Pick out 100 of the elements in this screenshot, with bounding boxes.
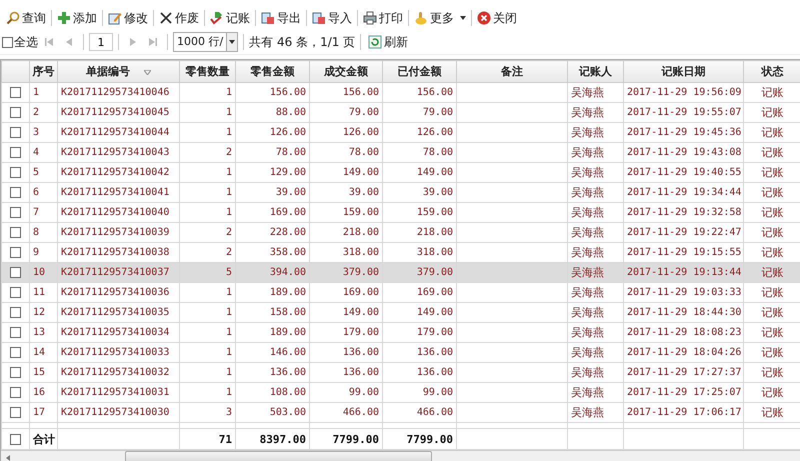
- table-cell: 2017-11-29 18:44:30: [627, 307, 742, 318]
- table-cell: 379.00: [416, 267, 453, 278]
- row-checkbox[interactable]: [10, 266, 21, 278]
- row-checkbox[interactable]: [10, 326, 21, 338]
- table-cell: K20171129573410030: [61, 407, 170, 418]
- column-header[interactable]: 单据编号: [58, 60, 180, 82]
- table-cell: 136.00: [342, 367, 379, 378]
- table-cell: K20171129573410044: [61, 127, 170, 138]
- table-cell: 6: [33, 187, 40, 198]
- table-cell: 2017-11-29 18:08:23: [627, 327, 742, 338]
- table-cell: K20171129573410038: [61, 247, 170, 258]
- caret-icon[interactable]: [229, 40, 236, 44]
- table-cell: 1: [226, 287, 232, 298]
- table-cell: 2017-11-29 19:56:09: [627, 87, 742, 98]
- page-number-field[interactable]: 1: [89, 33, 113, 51]
- table-cell: 2017-11-29 19:13:44: [627, 267, 742, 278]
- row-checkbox[interactable]: [10, 366, 21, 378]
- table-cell: 记账: [762, 406, 784, 419]
- toolbar-button[interactable]: 记账: [208, 8, 252, 28]
- toolbar-button[interactable]: 导入: [310, 8, 354, 28]
- column-header[interactable]: 零售数量: [180, 60, 236, 82]
- toolbar-button[interactable]: 作废: [157, 8, 201, 28]
- toolbar-button[interactable]: 打印: [361, 8, 405, 28]
- toolbar-button[interactable]: 查询: [4, 8, 48, 28]
- table-cell: 78.00: [422, 147, 453, 158]
- select-all-checkbox[interactable]: 全选: [2, 34, 38, 50]
- table-cell: 39.00: [276, 187, 306, 198]
- table-cell: 记账: [762, 186, 784, 199]
- table-cell: 169.00: [270, 207, 306, 218]
- row-checkbox[interactable]: [10, 206, 21, 218]
- row-checkbox[interactable]: [10, 246, 21, 258]
- table-cell: 12: [33, 307, 46, 318]
- table-cell: 218.00: [416, 227, 453, 238]
- horizontal-scrollbar[interactable]: [1, 450, 800, 461]
- scrollbar-thumb[interactable]: [125, 451, 432, 461]
- table-cell: K20171129573410031: [61, 387, 170, 398]
- table-cell: 10: [33, 267, 46, 278]
- toolbar-button[interactable]: 更多: [412, 8, 468, 28]
- row-checkbox[interactable]: [10, 306, 21, 318]
- page-size-dropdown[interactable]: 1000 行/: [173, 32, 238, 52]
- spreadsheet-icon: [261, 11, 275, 25]
- table-cell: 吴海燕: [571, 226, 604, 239]
- table-cell: K20171129573410043: [61, 147, 170, 158]
- row-checkbox[interactable]: [10, 226, 21, 238]
- close-icon: [477, 11, 491, 25]
- table-cell: K20171129573410033: [61, 347, 170, 358]
- row-checkbox[interactable]: [10, 346, 21, 358]
- column-header[interactable]: 备注: [456, 60, 568, 82]
- row-checkbox[interactable]: [10, 286, 21, 298]
- scroll-left-icon[interactable]: [5, 454, 11, 460]
- table-cell: 228.00: [270, 227, 306, 238]
- column-header[interactable]: 记账日期: [624, 60, 744, 82]
- table-cell: 1: [226, 367, 232, 378]
- toolbar-button[interactable]: 添加: [55, 8, 99, 28]
- record-count: 共有 46 条，1/1 页: [249, 34, 356, 50]
- toolbar-button[interactable]: 导出: [259, 8, 303, 28]
- table-cell: 39.00: [348, 187, 379, 198]
- row-checkbox[interactable]: [10, 146, 21, 158]
- table-cell: 1: [226, 87, 232, 98]
- total-cell: 7799.00: [406, 432, 453, 446]
- column-header[interactable]: 已付金额: [382, 60, 456, 82]
- table-cell: 15: [33, 367, 46, 378]
- table-cell: 394.00: [270, 267, 306, 278]
- table-cell: 吴海燕: [571, 206, 604, 219]
- column-header[interactable]: 状态: [744, 60, 800, 82]
- table-cell: K20171129573410046: [61, 87, 170, 98]
- table-cell: 记账: [762, 306, 784, 319]
- table-cell: 吴海燕: [571, 246, 604, 259]
- row-checkbox[interactable]: [10, 386, 21, 398]
- table-cell: 1: [226, 327, 232, 338]
- row-checkbox[interactable]: [10, 126, 21, 138]
- table-cell: 1: [226, 107, 232, 118]
- column-header[interactable]: 序号: [30, 60, 58, 82]
- spreadsheet-icon: [312, 11, 326, 25]
- table-cell: 吴海燕: [571, 286, 604, 299]
- table-cell: 1: [226, 207, 232, 218]
- row-checkbox[interactable]: [10, 86, 21, 98]
- row-checkbox[interactable]: [10, 434, 21, 445]
- table-cell: 9: [33, 247, 40, 258]
- total-cell: 71: [218, 432, 232, 446]
- table-cell: 2017-11-29 19:34:44: [627, 187, 742, 198]
- selected-row[interactable]: 10 K20171129573410037 5 394.00 379.00 379.00 吴海燕 2017-11-29 19:13:44 记账: [2, 262, 800, 282]
- table-cell: 2017-11-29 19:45:36: [627, 127, 742, 138]
- column-header[interactable]: 记账人: [568, 60, 624, 82]
- row-checkbox[interactable]: [10, 166, 21, 178]
- column-header[interactable]: 零售金额: [236, 60, 310, 82]
- refresh-button[interactable]: 刷新: [366, 32, 410, 52]
- toolbar-button[interactable]: 修改: [106, 8, 150, 28]
- row-checkbox[interactable]: [10, 406, 21, 418]
- table-cell: K20171129573410032: [61, 367, 170, 378]
- table-cell: 1: [226, 167, 232, 178]
- row-checkbox[interactable]: [10, 106, 21, 118]
- column-header[interactable]: 成交金额: [310, 60, 382, 82]
- table-cell: K20171129573410036: [61, 287, 170, 298]
- row-checkbox[interactable]: [10, 186, 21, 198]
- table-cell: 79.00: [348, 107, 379, 118]
- toolbar-button[interactable]: 关闭: [475, 8, 519, 28]
- table-cell: 179.00: [416, 327, 453, 338]
- table-cell: 1: [226, 187, 232, 198]
- table-cell: 149.00: [416, 307, 453, 318]
